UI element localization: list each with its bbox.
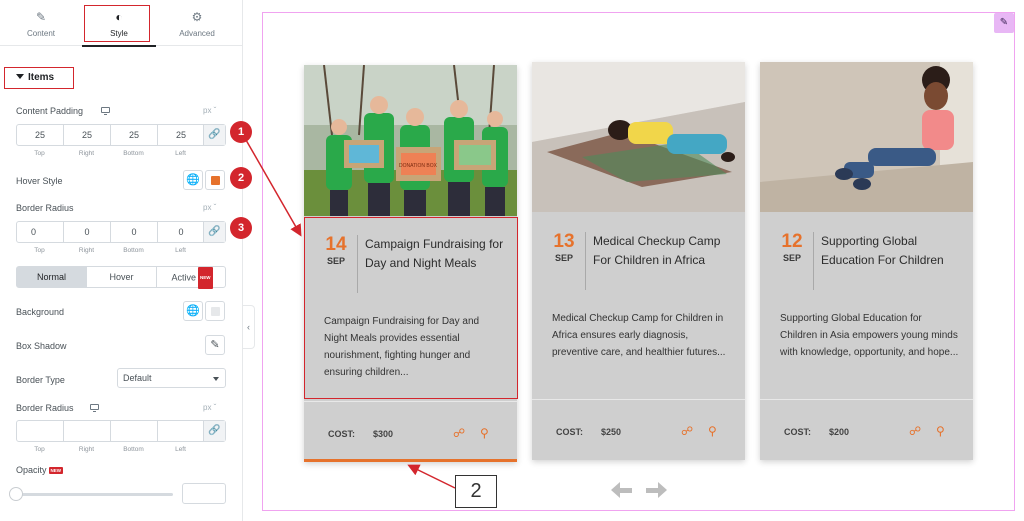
annotation-arrows xyxy=(245,139,456,489)
page-root: ✎ Content ◐ Style ⚙ Advanced Items Conte… xyxy=(0,0,1024,521)
annotation-callout-2: 2 xyxy=(455,475,497,508)
